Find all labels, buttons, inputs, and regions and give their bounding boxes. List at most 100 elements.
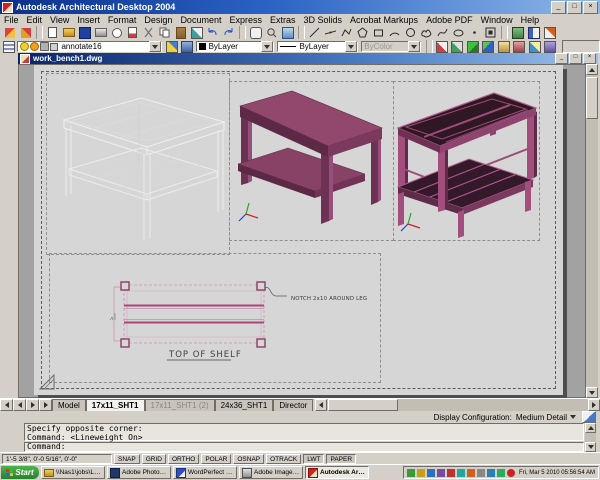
zoom-icon[interactable] [264,26,279,39]
arc-icon[interactable] [387,26,402,39]
point-icon[interactable] [467,26,482,39]
menu-file[interactable]: File [0,15,23,25]
tray-icon-4[interactable] [437,469,445,477]
insert-block-icon[interactable] [483,26,498,39]
scroll-down-icon[interactable] [586,387,598,398]
taskbar-item-autodesk[interactable]: Autodesk Architec... [305,466,369,479]
minimize-button[interactable]: _ [551,1,566,14]
cmd-scroll-down-icon[interactable] [585,442,596,452]
tab-director[interactable]: Director [273,399,313,411]
pan-icon[interactable] [248,26,263,39]
polygon-icon[interactable] [355,26,370,39]
menu-adobe-pdf[interactable]: Adobe PDF [422,15,477,25]
display-config-value[interactable]: Medium Detail [516,413,567,422]
scroll-left-icon[interactable] [315,399,327,411]
menu-3d-solids[interactable]: 3D Solids [300,15,347,25]
rectangle-icon[interactable] [371,26,386,39]
tray-clock-icon[interactable] [507,469,515,477]
menu-help[interactable]: Help [517,15,544,25]
command-input[interactable]: Command: [24,442,584,452]
menu-window[interactable]: Window [477,15,517,25]
adt-style-icon[interactable] [18,26,33,39]
display-config-dropdown-icon[interactable] [570,415,576,419]
taskbar-item-explorer[interactable]: \\Nas1\jobs\Lawman [41,466,105,479]
layer-previous-icon[interactable] [180,40,194,53]
plot-icon[interactable] [93,26,108,39]
aec-tool-icon-7[interactable] [528,40,542,53]
doc-minimize-button[interactable]: _ [555,53,568,64]
redo-icon[interactable] [221,26,236,39]
open-icon[interactable] [61,26,76,39]
viewport-shaded-bench[interactable] [229,81,394,241]
tab-first-button[interactable] [0,399,13,411]
taskbar-item-wordperfect[interactable]: WordPerfect 9 - [Doc... [173,466,237,479]
aec-tool-icon-8[interactable] [543,40,557,53]
linetype-combo-arrow[interactable] [345,41,357,52]
menu-edit[interactable]: Edit [23,15,47,25]
markup-icon[interactable] [542,26,557,39]
tab-prev-button[interactable] [13,399,26,411]
layer-combo-arrow[interactable] [149,41,161,52]
vertical-scroll-thumb[interactable] [586,77,598,119]
aec-tool-icon-1[interactable] [435,40,449,53]
tray-icon-2[interactable] [417,469,425,477]
tray-icon-1[interactable] [407,469,415,477]
horizontal-scrollbar[interactable] [315,399,600,411]
scroll-up-icon[interactable] [586,64,598,75]
tab-last-button[interactable] [39,399,52,411]
adt-content-icon[interactable] [2,26,17,39]
color-combo[interactable]: ByLayer [196,41,275,52]
viewport-wireframe-bench[interactable] [46,73,230,255]
tray-icon-7[interactable] [467,469,475,477]
tray-icon-3[interactable] [427,469,435,477]
lwt-toggle[interactable]: LWT [303,454,324,464]
save-icon[interactable] [77,26,92,39]
line-icon[interactable] [307,26,322,39]
menu-extras[interactable]: Extras [266,15,300,25]
vertical-scrollbar[interactable] [586,64,598,398]
color-combo-arrow[interactable] [261,41,273,52]
command-scrollbar[interactable] [585,423,596,452]
tab-next-button[interactable] [26,399,39,411]
layout-paper[interactable]: NOTCH 2x10 AROUND LEG TOP OF SHELF [34,65,563,395]
grid-toggle[interactable]: GRID [142,454,166,464]
snap-toggle[interactable]: SNAP [114,454,140,464]
menu-acrobat-markups[interactable]: Acrobat Markups [346,15,422,25]
horizontal-scroll-thumb[interactable] [328,399,398,411]
tray-icon-9[interactable] [487,469,495,477]
scroll-right-icon[interactable] [588,399,600,411]
tray-icon-10[interactable] [497,469,505,477]
layer-manager-icon[interactable] [2,40,16,53]
make-object-layer-current-icon[interactable] [165,40,179,53]
tray-icon-6[interactable] [457,469,465,477]
cut-icon[interactable] [141,26,156,39]
menu-format[interactable]: Format [104,15,141,25]
menu-express[interactable]: Express [225,15,266,25]
linetype-combo[interactable]: ByLayer [277,41,358,52]
doc-close-button[interactable]: × [583,53,596,64]
paste-icon[interactable] [173,26,188,39]
publish-icon[interactable] [125,26,140,39]
cmd-scroll-up-icon[interactable] [585,423,596,433]
maximize-button[interactable]: □ [567,1,582,14]
tab-17x11-sht1-2[interactable]: 17x11_SHT1 (2) [145,399,215,411]
tray-icon-5[interactable] [447,469,455,477]
display-config-icon[interactable] [582,411,596,423]
aec-tool-icon-2[interactable] [450,40,464,53]
polar-toggle[interactable]: POLAR [201,454,231,464]
document-title-bar[interactable]: work_bench1.dwg _ □ × [18,53,598,64]
viewport-shelf-plan[interactable]: NOTCH 2x10 AROUND LEG TOP OF SHELF [49,253,381,383]
doc-restore-button[interactable]: □ [569,53,582,64]
tab-24x36-sht1[interactable]: 24x36_SHT1 [215,399,274,411]
taskbar-clock[interactable]: Fri, Mar 5 2010 05:56:54 AM [519,470,595,476]
drawing-canvas[interactable]: NOTCH 2x10 AROUND LEG TOP OF SHELF [18,64,586,398]
menu-view[interactable]: View [46,15,73,25]
otrack-toggle[interactable]: OTRACK [266,454,301,464]
designcenter-icon[interactable] [510,26,525,39]
polyline-icon[interactable] [339,26,354,39]
aec-tool-icon-6[interactable] [512,40,526,53]
plot-preview-icon[interactable] [109,26,124,39]
ellipse-icon[interactable] [451,26,466,39]
command-history[interactable]: Specify opposite corner: Command: <Linew… [24,423,584,441]
aec-tool-icon-4[interactable] [481,40,495,53]
